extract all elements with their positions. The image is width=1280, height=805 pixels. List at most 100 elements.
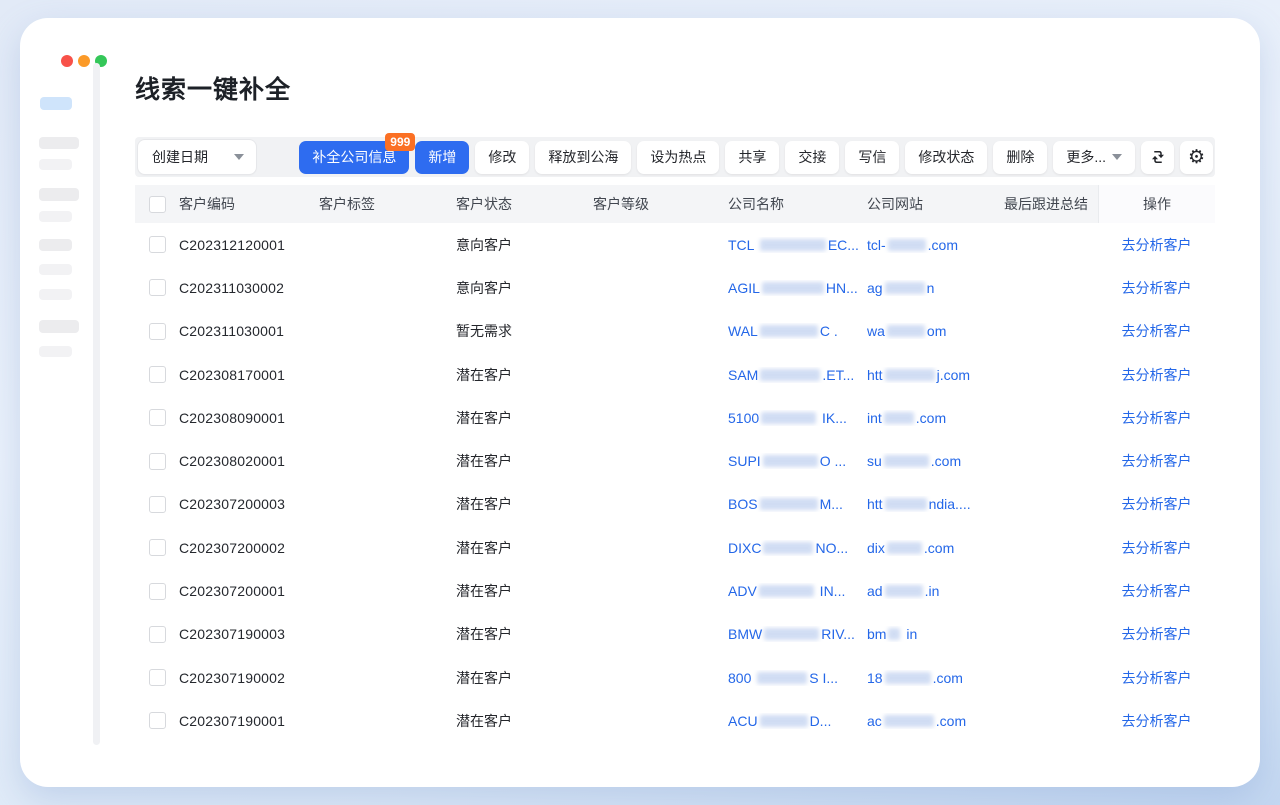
analyze-customer-link[interactable]: 去分析客户 <box>1122 538 1192 558</box>
select-all-checkbox[interactable] <box>149 196 166 213</box>
column-header: 公司名称 <box>728 194 867 214</box>
toolbar-button[interactable]: 交接 <box>785 141 839 174</box>
cell-company-website[interactable]: su.com <box>867 453 1004 469</box>
cell-company-website[interactable]: ad.in <box>867 583 1004 599</box>
row-checkbox[interactable] <box>149 236 166 253</box>
column-header: 客户编码 <box>179 194 319 214</box>
row-checkbox[interactable] <box>149 453 166 470</box>
toolbar-button[interactable]: 共享 <box>725 141 779 174</box>
toolbar-button[interactable]: 设为热点 <box>637 141 719 174</box>
sidebar-skeleton-bar <box>39 159 72 170</box>
minimize-window-dot[interactable] <box>78 55 90 67</box>
column-header: 客户状态 <box>456 194 593 214</box>
more-button[interactable]: 更多... <box>1053 141 1135 174</box>
table-row: C202307200003潜在客户BOSM...httndia....去分析客户 <box>135 483 1215 526</box>
redacted-text <box>760 239 826 251</box>
cell-company-name[interactable]: SUPIO ... <box>728 453 867 469</box>
date-filter-label: 创建日期 <box>152 147 208 167</box>
analyze-customer-link[interactable]: 去分析客户 <box>1122 494 1192 514</box>
complete-company-info-button[interactable]: 补全公司信息999 <box>299 141 409 174</box>
cell-company-name[interactable]: TCL EC... <box>728 237 867 253</box>
row-checkbox[interactable] <box>149 626 166 643</box>
cell-company-website[interactable]: agn <box>867 280 1004 296</box>
row-checkbox[interactable] <box>149 323 166 340</box>
cell-company-website[interactable]: 18.com <box>867 670 1004 686</box>
analyze-customer-link[interactable]: 去分析客户 <box>1122 235 1192 255</box>
toolbar-button[interactable]: 修改状态 <box>905 141 987 174</box>
close-window-dot[interactable] <box>61 55 73 67</box>
sidebar-skeleton-bar <box>39 239 72 251</box>
chevron-down-icon <box>234 154 244 160</box>
cell-company-name[interactable]: 800 S I... <box>728 670 867 686</box>
cell-company-name[interactable]: BOSM... <box>728 496 867 512</box>
redacted-text <box>885 585 923 597</box>
row-checkbox[interactable] <box>149 669 166 686</box>
analyze-customer-link[interactable]: 去分析客户 <box>1122 365 1192 385</box>
row-checkbox[interactable] <box>149 583 166 600</box>
redacted-text <box>884 412 914 424</box>
sidebar-skeleton-bar <box>39 188 79 201</box>
cell-company-website[interactable]: httndia.... <box>867 496 1004 512</box>
table-row: C202308090001潜在客户5100 IK...int.com去分析客户 <box>135 396 1215 439</box>
column-header: 公司网站 <box>867 194 1004 214</box>
cell-company-name[interactable]: SAM.ET... <box>728 367 867 383</box>
redacted-text <box>763 455 818 467</box>
table-row: C202307200001 潜在客户 ADV IN...ad.in 去分析客户 <box>135 569 1215 612</box>
analyze-customer-link[interactable]: 去分析客户 <box>1122 711 1192 731</box>
cell-customer-code: C202307190003 <box>179 626 319 642</box>
cell-customer-code: C202307190002 <box>179 670 319 686</box>
cell-company-name[interactable]: ACUD... <box>728 713 867 729</box>
cell-customer-code: C202308020001 <box>179 453 319 469</box>
cell-company-website[interactable]: ac.com <box>867 713 1004 729</box>
cell-customer-status: 潜在客户 <box>456 581 593 601</box>
analyze-customer-link[interactable]: 去分析客户 <box>1122 408 1192 428</box>
gear-icon[interactable]: ⚙ <box>1180 141 1213 174</box>
main-content: 线索一键补全 创建日期 补全公司信息999新增修改释放到公海设为热点共享交接写信… <box>135 18 1215 106</box>
cell-company-website[interactable]: tcl-.com <box>867 237 1004 253</box>
cell-company-name[interactable]: AGILHN... <box>728 280 867 296</box>
row-checkbox[interactable] <box>149 279 166 296</box>
analyze-customer-link[interactable]: 去分析客户 <box>1122 668 1192 688</box>
cell-company-name[interactable]: BMWRIV... <box>728 626 867 642</box>
cell-customer-code: C202307200003 <box>179 496 319 512</box>
cell-company-website[interactable]: waom <box>867 323 1004 339</box>
toolbar-button[interactable]: 修改 <box>475 141 529 174</box>
sidebar-skeleton-bar <box>39 211 72 222</box>
cell-company-website[interactable]: dix.com <box>867 540 1004 556</box>
redacted-text <box>885 498 927 510</box>
add-new-button[interactable]: 新增 <box>415 141 469 174</box>
analyze-customer-link[interactable]: 去分析客户 <box>1122 451 1192 471</box>
row-checkbox[interactable] <box>149 539 166 556</box>
redacted-text <box>757 672 807 684</box>
cell-company-name[interactable]: WALC . <box>728 323 867 339</box>
redacted-text <box>759 585 814 597</box>
date-filter-dropdown[interactable]: 创建日期 <box>138 140 256 174</box>
column-header: 最后跟进总结 <box>1004 194 1098 214</box>
cell-company-website[interactable]: int.com <box>867 410 1004 426</box>
cell-customer-status: 潜在客户 <box>456 711 593 731</box>
analyze-customer-link[interactable]: 去分析客户 <box>1122 278 1192 298</box>
analyze-customer-link[interactable]: 去分析客户 <box>1122 581 1192 601</box>
toolbar: 创建日期 补全公司信息999新增修改释放到公海设为热点共享交接写信修改状态删除更… <box>135 137 1215 177</box>
toolbar-button[interactable]: 写信 <box>845 141 899 174</box>
toolbar-button[interactable]: 删除 <box>993 141 1047 174</box>
toolbar-button[interactable]: 释放到公海 <box>535 141 631 174</box>
cell-company-name[interactable]: 5100 IK... <box>728 410 867 426</box>
row-checkbox[interactable] <box>149 496 166 513</box>
sync-icon[interactable] <box>1141 141 1174 174</box>
analyze-customer-link[interactable]: 去分析客户 <box>1122 321 1192 341</box>
sidebar-skeleton-bar <box>39 346 72 357</box>
cell-company-website[interactable]: bm in <box>867 626 1004 642</box>
redacted-text <box>761 412 816 424</box>
cell-company-website[interactable]: httj.com <box>867 367 1004 383</box>
analyze-customer-link[interactable]: 去分析客户 <box>1122 624 1192 644</box>
cell-customer-code: C202307200001 <box>179 583 319 599</box>
cell-company-name[interactable]: DIXCNO... <box>728 540 867 556</box>
cell-customer-status: 潜在客户 <box>456 668 593 688</box>
cell-company-name[interactable]: ADV IN... <box>728 583 867 599</box>
cell-customer-status: 潜在客户 <box>456 624 593 644</box>
row-checkbox[interactable] <box>149 409 166 426</box>
row-checkbox[interactable] <box>149 712 166 729</box>
row-checkbox[interactable] <box>149 366 166 383</box>
window-controls <box>61 55 107 67</box>
